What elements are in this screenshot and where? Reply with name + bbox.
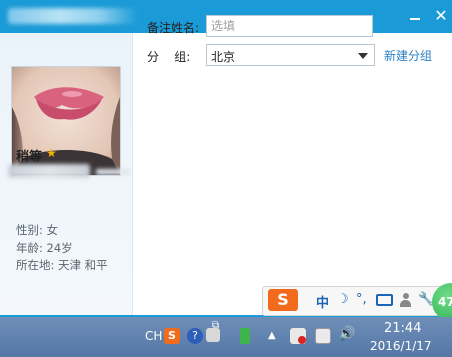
star-icon: ★ xyxy=(46,146,57,160)
tray-overflow-icon[interactable]: ⧉ xyxy=(212,320,219,331)
chevron-down-icon xyxy=(358,53,368,59)
minimize-icon xyxy=(410,18,420,20)
account-id-blurred-tail xyxy=(96,169,130,175)
minimize-button[interactable] xyxy=(404,5,426,27)
language-indicator[interactable]: CH xyxy=(145,329,162,343)
sogou-logo-icon[interactable]: S xyxy=(268,289,298,311)
clock-time[interactable]: 21:44 xyxy=(384,321,421,336)
new-group-link[interactable]: 新建分组 xyxy=(384,47,432,64)
ime-mode-toggle[interactable]: 中 xyxy=(316,292,329,311)
age-info: 年龄: 24岁 xyxy=(16,241,73,255)
group-select-value: 北京 xyxy=(211,50,236,64)
help-icon[interactable]: ? xyxy=(187,328,203,344)
sogou-tray-icon[interactable]: S xyxy=(164,328,180,344)
keyboard-icon[interactable] xyxy=(376,294,393,306)
gender-info: 性别: 女 xyxy=(16,223,59,237)
show-hidden-icons-button[interactable]: ▲ xyxy=(268,330,276,341)
remark-label: 备注姓名: xyxy=(147,21,200,35)
nickname: 稍等 xyxy=(16,150,43,165)
flag-icon[interactable] xyxy=(290,328,306,344)
location-info: 所在地: 天津 和平 xyxy=(16,258,108,272)
volume-icon[interactable]: 🔊 xyxy=(338,326,355,342)
network-icon[interactable] xyxy=(315,328,331,344)
battery-icon[interactable] xyxy=(240,328,250,344)
window-title-blurred xyxy=(8,8,138,24)
clock-date[interactable]: 2016/1/17 xyxy=(370,339,432,353)
person-icon[interactable] xyxy=(400,293,411,308)
group-label: 分 组: xyxy=(147,50,191,64)
close-button[interactable]: ✕ xyxy=(430,5,452,27)
account-id-blurred xyxy=(8,164,90,178)
group-select[interactable]: 北京 xyxy=(206,44,375,66)
wrench-icon[interactable]: 🔧 xyxy=(418,292,434,307)
punctuation-icon[interactable]: °, xyxy=(356,292,367,307)
moon-icon[interactable]: ☽ xyxy=(337,292,349,307)
remark-input[interactable] xyxy=(206,15,373,37)
